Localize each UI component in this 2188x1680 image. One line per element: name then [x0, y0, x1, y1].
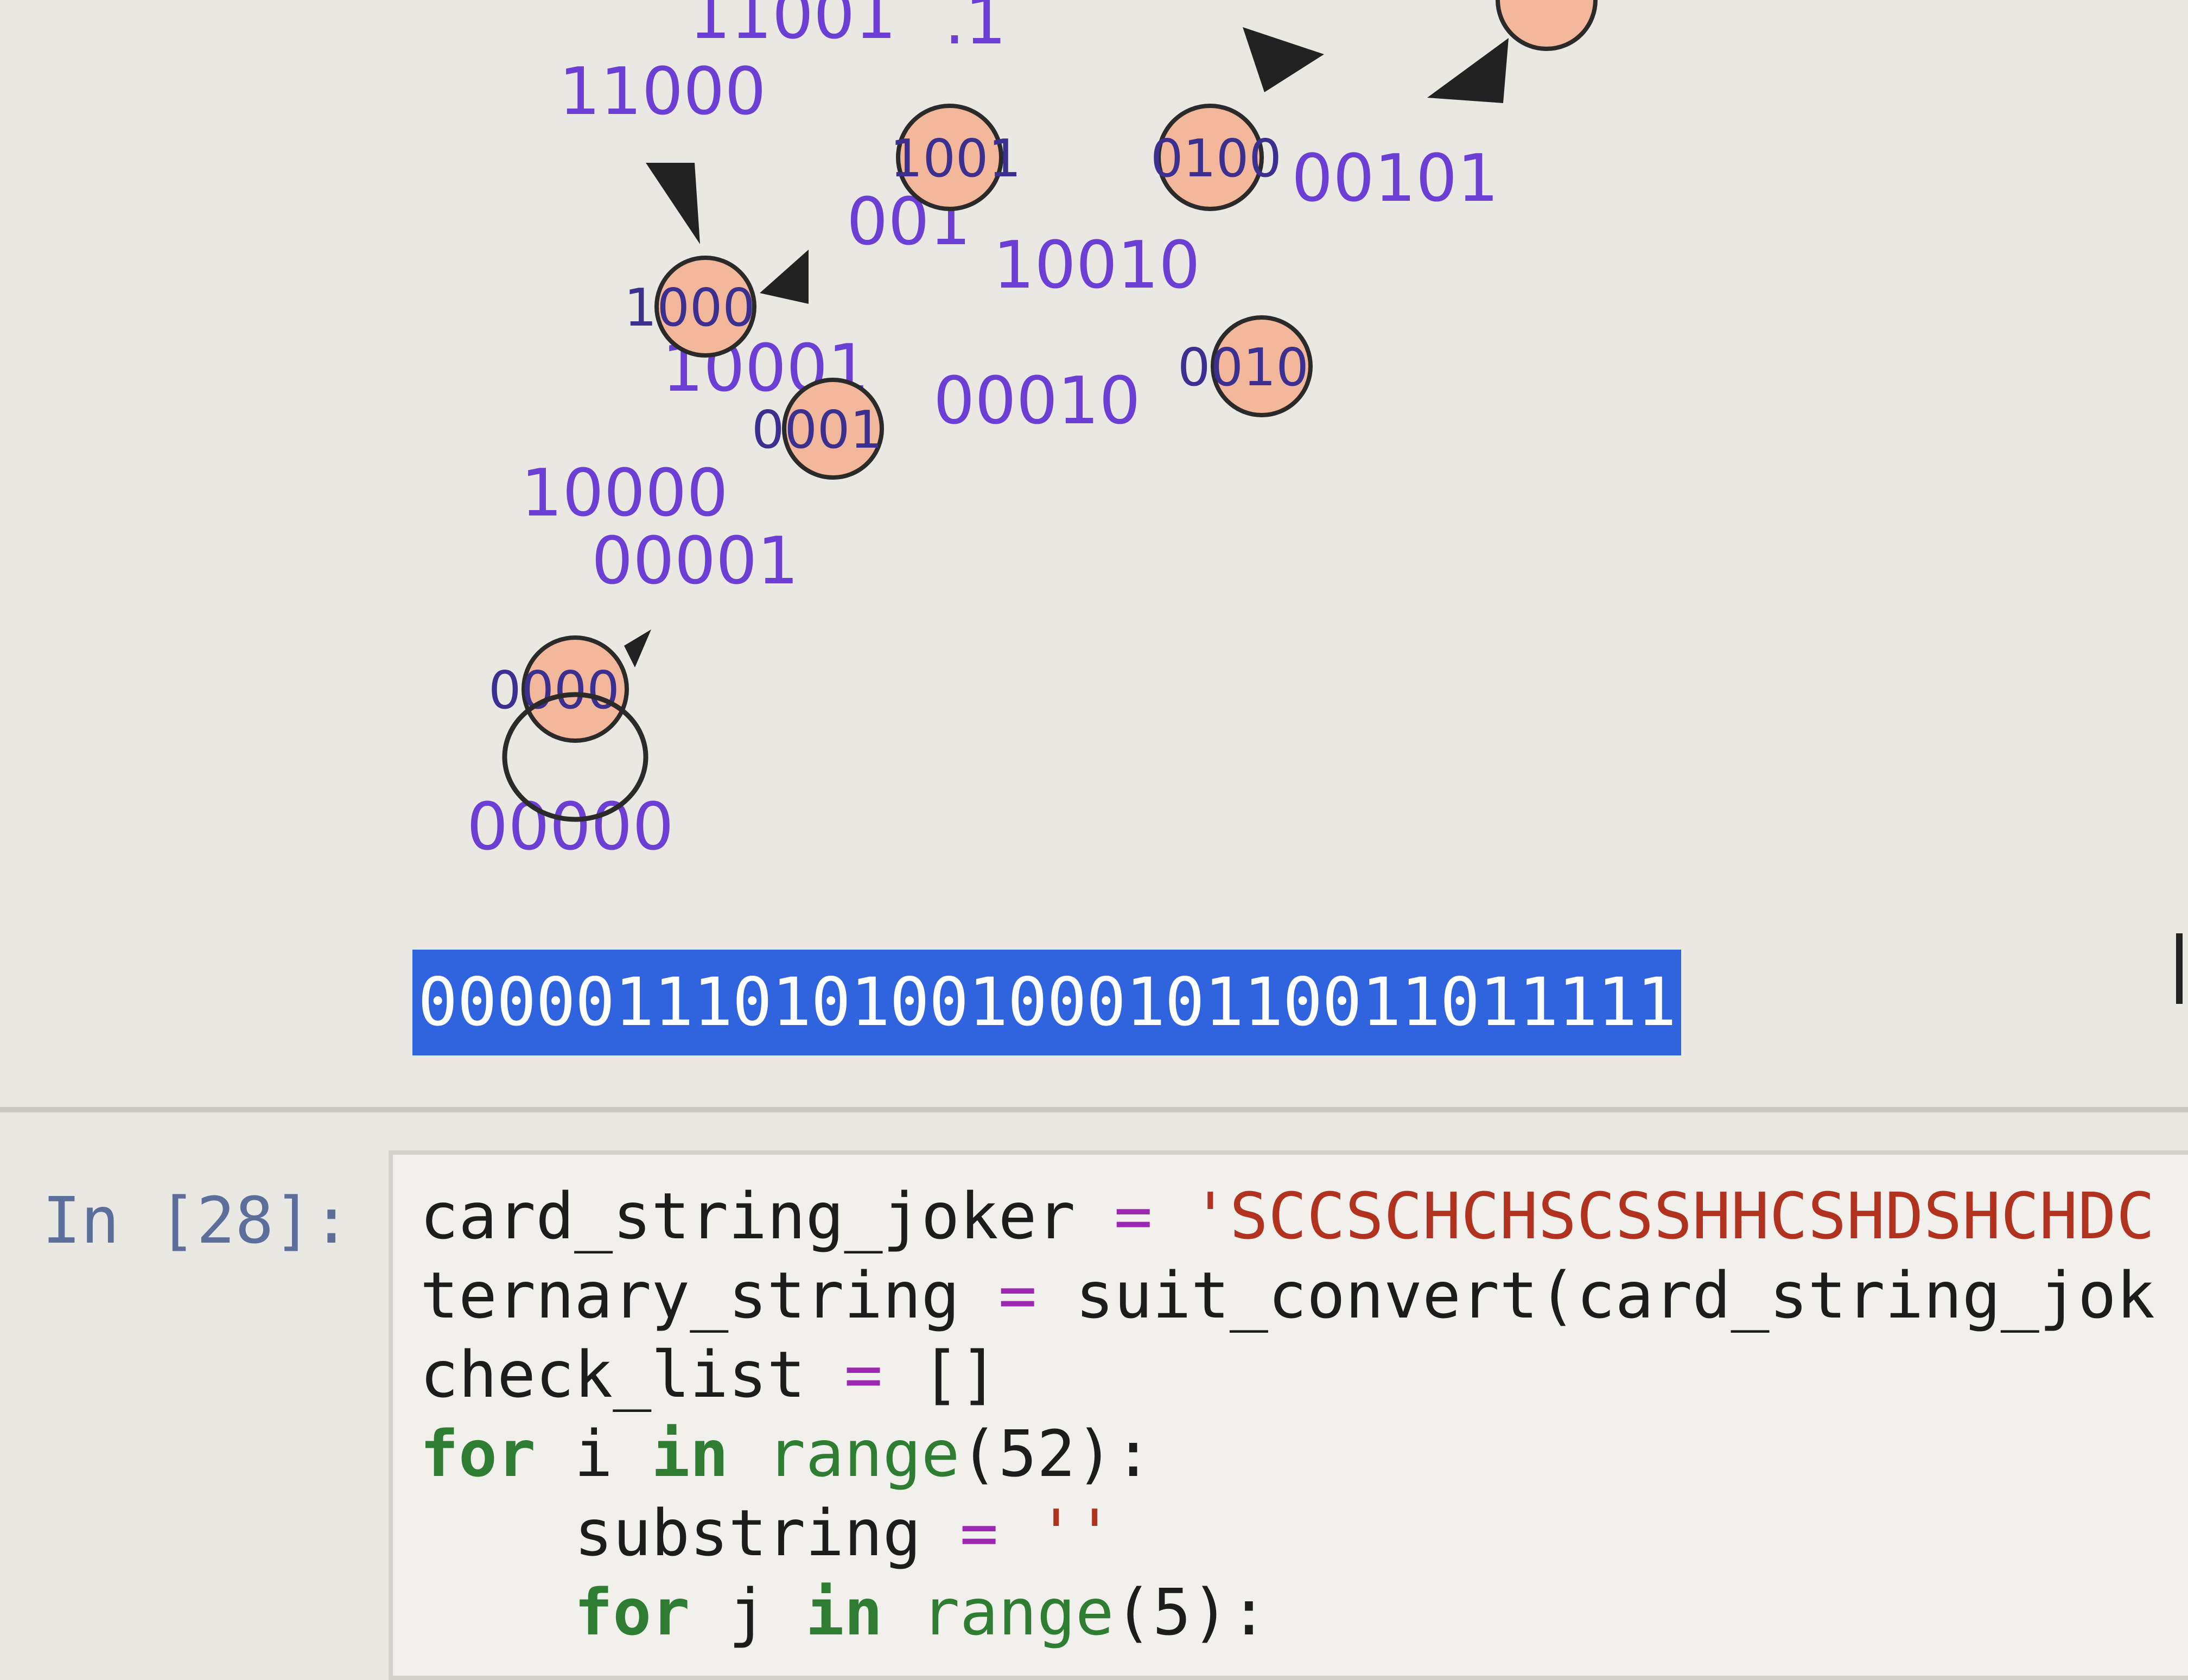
- code-lines[interactable]: card_string_joker = 'SCCSCHCHSCSSHHCSHDS…: [420, 1176, 2155, 1652]
- arrowhead: [760, 250, 809, 304]
- code-token: =: [959, 1496, 998, 1570]
- code-token: (5):: [1114, 1575, 1268, 1650]
- code-token: range: [767, 1416, 960, 1491]
- code-token: i: [536, 1416, 652, 1491]
- code-token: '': [1036, 1496, 1114, 1570]
- edge-label: 10000: [521, 456, 728, 531]
- edge-label: 11000: [559, 54, 766, 130]
- code-token: =: [998, 1258, 1037, 1333]
- node-label: 0001: [752, 400, 883, 460]
- node-label: 1001: [890, 129, 1021, 189]
- edge-label: 00101: [1292, 141, 1499, 217]
- code-token: =: [1114, 1179, 1153, 1253]
- code-token: []: [882, 1337, 998, 1412]
- code-line[interactable]: ternary_string = suit_convert(card_strin…: [420, 1256, 2155, 1335]
- arrowhead: [1243, 27, 1324, 92]
- edge-label: .1: [944, 0, 1007, 59]
- code-token: =: [844, 1337, 883, 1412]
- edge-label: 00000: [467, 790, 674, 865]
- edge-label: 00001: [591, 524, 799, 599]
- code-token: substring: [420, 1496, 960, 1570]
- code-token: 'SCCSCHCHSCSSHHCSHDSHCHDC: [1191, 1179, 2155, 1253]
- code-token: check_list: [420, 1337, 844, 1412]
- edge-label: 10010: [993, 228, 1200, 303]
- code-token: (52):: [959, 1416, 1153, 1491]
- edge-label: 11001: [689, 0, 896, 54]
- code-line[interactable]: for j in range(5):: [420, 1573, 2155, 1652]
- node-label: 0000: [488, 661, 620, 721]
- output-bitstring[interactable]: 00000111010100100010110011011111: [412, 950, 1682, 1055]
- code-line[interactable]: check_list = []: [420, 1335, 2155, 1414]
- code-token: ternary_string: [420, 1258, 998, 1333]
- node-label: 0010: [1178, 338, 1309, 398]
- code-token: card_string_joker: [420, 1179, 1114, 1253]
- node-label: 1000: [624, 278, 755, 338]
- cell-divider: [0, 1107, 2188, 1112]
- arrowhead: [1427, 38, 1509, 103]
- output-scroll-edge: [2176, 933, 2183, 1004]
- code-line[interactable]: card_string_joker = 'SCCSCHCHSCSSHHCSHDS…: [420, 1176, 2155, 1256]
- code-line[interactable]: substring = '': [420, 1493, 2155, 1573]
- node-label: 0100: [1150, 129, 1282, 189]
- code-token: suit_convert(card_string_jok: [1036, 1258, 2155, 1333]
- code-line[interactable]: for i in range(52):: [420, 1414, 2155, 1493]
- edge-label: 00010: [933, 364, 1141, 439]
- code-token: in: [651, 1416, 729, 1491]
- cell-prompt: In [28]:: [42, 1183, 351, 1258]
- code-token: in: [805, 1575, 883, 1650]
- code-token: for: [574, 1575, 690, 1650]
- code-editor[interactable]: card_string_joker = 'SCCSCHCHSCSSHHCSHDS…: [389, 1150, 2188, 1680]
- arrowhead: [646, 163, 700, 244]
- code-token: j: [690, 1575, 806, 1650]
- graph-node: [1496, 0, 1598, 51]
- arrowhead: [624, 629, 651, 667]
- graph-output: 11001 .1 11000 00101 10010 00010 10001 1…: [467, 0, 1598, 865]
- code-token: for: [420, 1416, 536, 1491]
- code-token: range: [921, 1575, 1114, 1650]
